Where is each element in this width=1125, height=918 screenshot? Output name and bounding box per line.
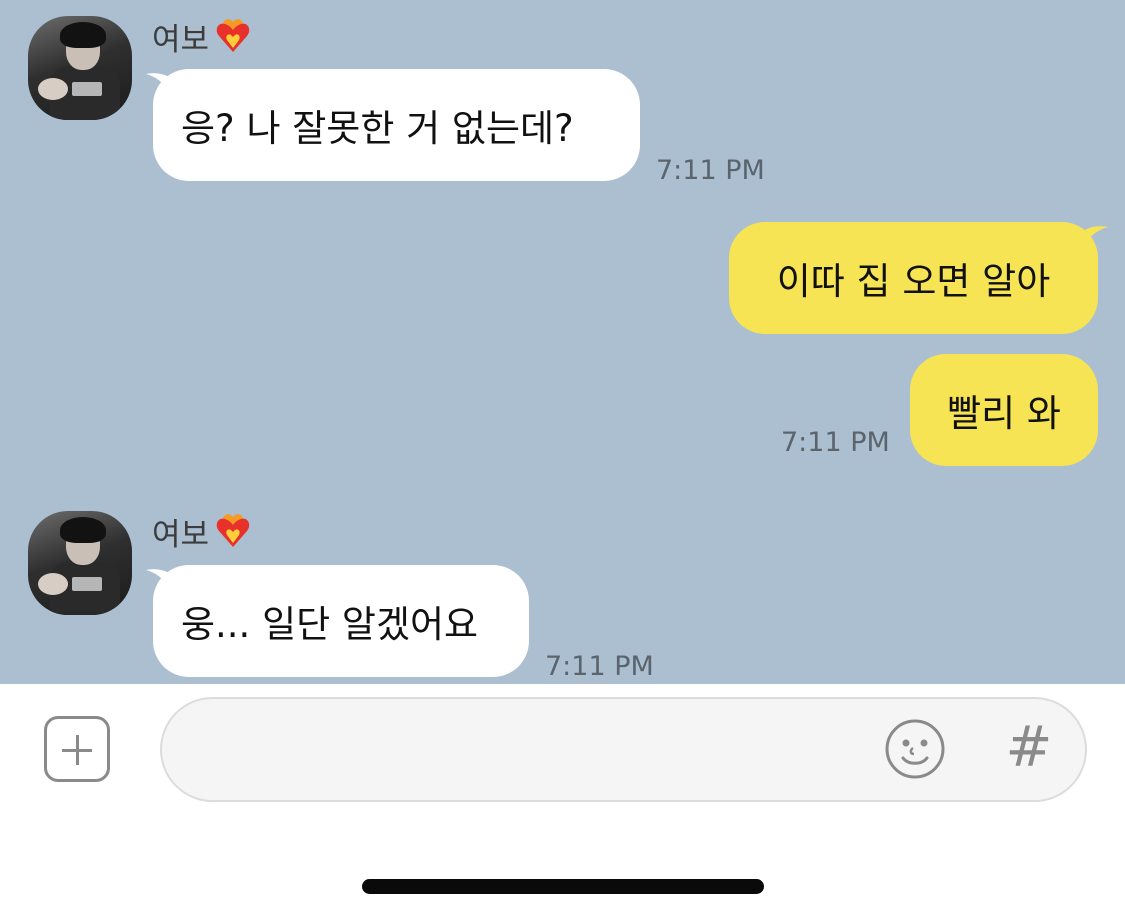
message-bubble-outgoing[interactable]: 이따 집 오면 알아 (729, 222, 1098, 334)
sender-name: 여보 (152, 516, 210, 553)
burning-heart-icon (213, 511, 253, 551)
avatar-hands (38, 573, 68, 595)
avatar-hands (38, 78, 68, 100)
add-attachment-button[interactable] (44, 716, 110, 782)
avatar[interactable] (28, 511, 132, 615)
sender-name: 여보 (152, 21, 210, 58)
message-timestamp: 7:11 PM (545, 651, 654, 682)
sender-row: 여보 (152, 509, 253, 553)
message-bubble-incoming[interactable]: 응? 나 잘못한 거 없는데? (153, 69, 640, 181)
message-text: 이따 집 오면 알아 (776, 260, 1051, 303)
message-text: 웅... 일단 알겠어요 (181, 603, 479, 646)
message-text: 빨리 와 (947, 392, 1061, 435)
message-input[interactable] (160, 697, 1087, 802)
smiley-icon (885, 719, 945, 779)
sender-row: 여보 (152, 14, 253, 58)
home-indicator[interactable] (362, 879, 764, 894)
avatar-hair (60, 22, 106, 48)
avatar-shirt-print (72, 577, 102, 591)
message-bubble-incoming[interactable]: 웅... 일단 알겠어요 (153, 565, 529, 677)
message-bubble-outgoing[interactable]: 빨리 와 (910, 354, 1098, 466)
avatar[interactable] (28, 16, 132, 120)
chat-area: 여보 응? 나 잘못한 거 없는데? 7:11 PM 이따 집 오면 알아 빨리… (0, 0, 1125, 684)
message-timestamp: 7:11 PM (781, 427, 890, 458)
hashtag-button[interactable]: # (998, 716, 1060, 780)
avatar-shirt-print (72, 82, 102, 96)
avatar-hair (60, 517, 106, 543)
emoji-button[interactable] (884, 718, 946, 780)
message-text: 응? 나 잘못한 거 없는데? (181, 107, 574, 150)
message-timestamp: 7:11 PM (656, 155, 765, 186)
burning-heart-icon (213, 16, 253, 56)
